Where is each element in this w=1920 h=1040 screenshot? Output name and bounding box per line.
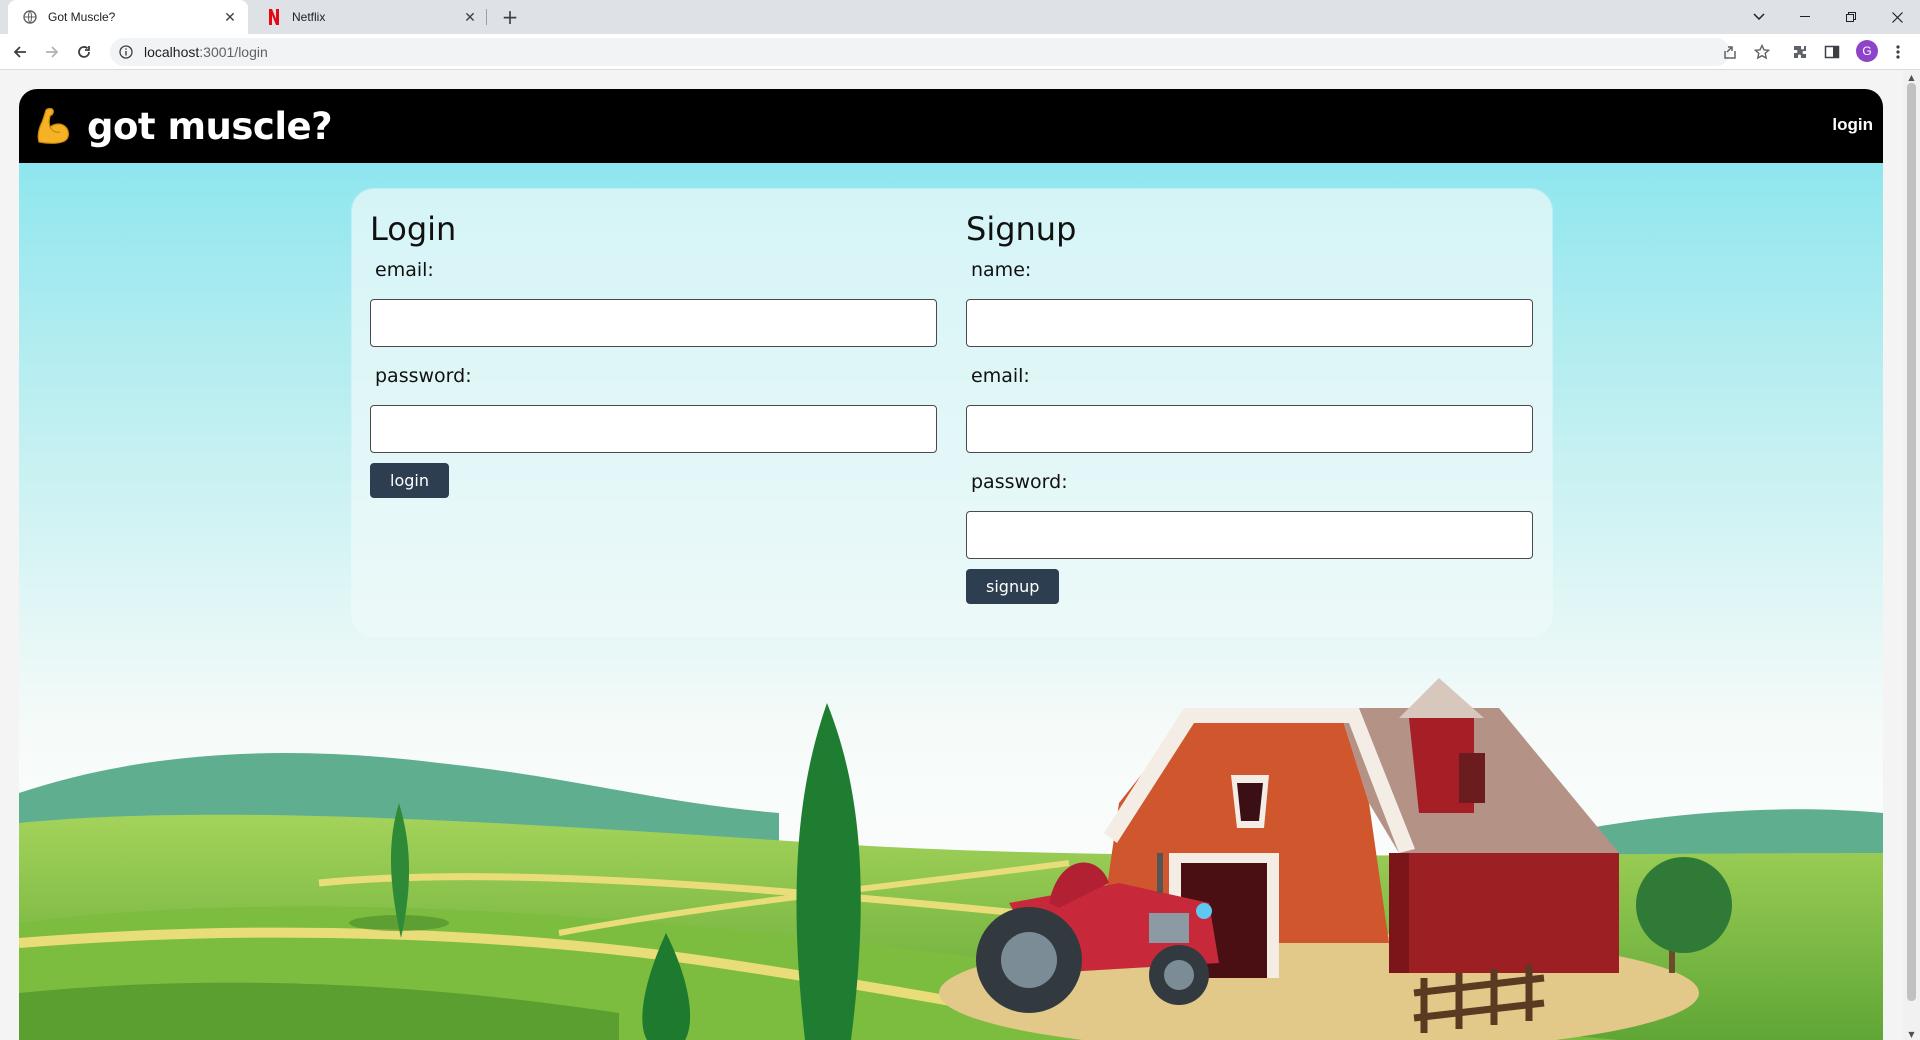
signup-email-input[interactable] [966,405,1533,453]
scrollbar-thumb[interactable] [1907,83,1916,1001]
tab-divider [486,9,487,25]
restore-icon[interactable] [1828,0,1874,34]
minimize-icon[interactable] [1782,0,1828,34]
back-icon[interactable] [6,38,34,66]
extensions-icon[interactable] [1786,38,1814,66]
signup-email-label: email: [971,365,1030,387]
side-panel-icon[interactable] [1818,38,1846,66]
new-tab-icon[interactable]: + [496,5,524,29]
profile-avatar[interactable]: G [1856,40,1878,62]
address-bar[interactable]: localhost:3001/login [110,38,1730,66]
login-button[interactable]: login [370,463,449,498]
close-window-icon[interactable] [1874,0,1920,34]
flexed-biceps-icon [37,107,69,144]
share-icon[interactable] [1716,38,1744,66]
app-container: got muscle? login Login email: password:… [19,89,1883,1040]
scroll-down-arrow-icon[interactable]: ▼ [1903,1028,1920,1040]
url-text: localhost:3001/login [144,44,268,60]
menu-kebab-icon[interactable] [1884,38,1912,66]
bookmark-star-icon[interactable] [1748,38,1776,66]
tab-title: Got Muscle? [48,10,116,24]
login-password-label: password: [375,365,472,387]
brand-name: got muscle? [87,104,333,148]
scroll-up-arrow-icon[interactable]: ▲ [1903,71,1920,83]
close-tab-icon[interactable]: ✕ [460,7,480,27]
close-tab-icon[interactable]: ✕ [220,7,240,27]
tab-title: Netflix [292,10,326,24]
tab-netflix[interactable]: Netflix ✕ [252,0,488,34]
signup-button[interactable]: signup [966,569,1060,604]
forward-icon[interactable] [38,38,66,66]
signup-name-input[interactable] [966,299,1533,347]
netflix-icon [266,9,282,25]
page-scrollbar[interactable]: ▲ ▼ [1903,71,1920,1040]
page-viewport: got muscle? login Login email: password:… [0,71,1920,1040]
signup-title: Signup [966,210,1077,248]
site-info-icon[interactable] [118,44,134,60]
login-email-input[interactable] [370,299,937,347]
tab-got-muscle[interactable]: Got Muscle? ✕ [8,0,248,34]
tab-strip: Got Muscle? ✕ Netflix ✕ + [0,0,1920,34]
navbar: got muscle? login [19,89,1883,163]
auth-card: Login email: password: login Signup name… [352,189,1552,636]
login-title: Login [370,210,457,248]
signup-form: Signup name: email: password: signup [966,207,1536,604]
browser-toolbar: localhost:3001/login [0,34,1920,70]
signup-password-input[interactable] [966,511,1533,559]
nav-login-link[interactable]: login [1832,115,1873,135]
url-path: :3001/login [199,44,268,60]
url-host: localhost [144,44,200,60]
signup-name-label: name: [971,259,1032,281]
login-password-input[interactable] [370,405,937,453]
login-form: Login email: password: login [370,207,940,498]
brand[interactable]: got muscle? [33,104,333,148]
login-email-label: email: [375,259,434,281]
signup-password-label: password: [971,471,1068,493]
globe-icon [22,9,38,25]
tab-search-icon[interactable] [1736,0,1782,34]
reload-icon[interactable] [70,38,98,66]
